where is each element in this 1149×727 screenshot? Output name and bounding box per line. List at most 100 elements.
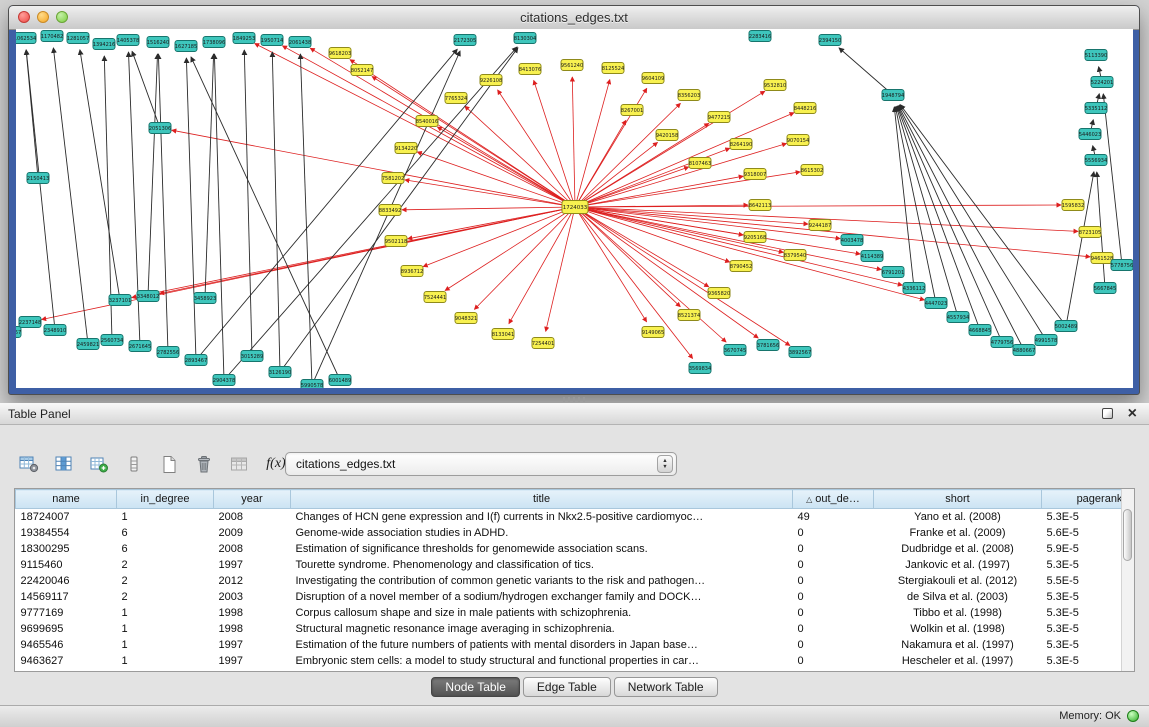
column-header-in_degree[interactable]: in_degree (117, 490, 214, 509)
graph-edge[interactable] (546, 207, 575, 331)
cell-year[interactable]: 1997 (214, 557, 291, 573)
table-row[interactable]: 1872400712008Changes of HCN gene express… (16, 509, 1136, 526)
table-row[interactable]: 946362711997Embryonic stem cells: a mode… (16, 653, 1136, 669)
graph-node[interactable]: 1516240 (147, 37, 169, 48)
graph-node[interactable]: 5667845 (1094, 283, 1116, 294)
graph-node[interactable]: 6001489 (329, 375, 351, 386)
cell-title[interactable]: Genome-wide association studies in ADHD. (291, 525, 793, 541)
graph-edge[interactable] (26, 50, 38, 178)
float-panel-icon[interactable] (1102, 408, 1113, 419)
graph-node[interactable]: 9134220 (395, 143, 417, 154)
column-header-out_de[interactable]: △out_de… (793, 490, 874, 509)
graph-node[interactable]: 9244187 (809, 220, 831, 231)
cell-name[interactable]: 9465546 (16, 637, 117, 653)
graph-node[interactable]: 2051306 (149, 123, 171, 134)
cell-name[interactable]: 9115460 (16, 557, 117, 573)
graph-node[interactable]: 3569834 (689, 363, 711, 374)
graph-node[interactable]: 9618203 (329, 48, 351, 59)
graph-edge[interactable] (575, 207, 693, 359)
graph-node[interactable]: 3348012 (137, 291, 159, 302)
cell-out_de[interactable]: 0 (793, 525, 874, 541)
graph-edge[interactable] (158, 54, 168, 352)
cell-title[interactable]: Structural magnetic resonance image aver… (291, 621, 793, 637)
cell-year[interactable]: 2012 (214, 573, 291, 589)
cell-year[interactable]: 2008 (214, 541, 291, 557)
graph-node[interactable]: 7581202 (382, 173, 404, 184)
graph-edge[interactable] (575, 80, 610, 207)
graph-node[interactable]: 8540016 (416, 116, 438, 127)
graph-edge[interactable] (160, 207, 575, 294)
cell-name[interactable]: 9699695 (16, 621, 117, 637)
cell-in_degree[interactable]: 1 (117, 605, 214, 621)
graph-node[interactable]: 4336112 (903, 283, 925, 294)
graph-node[interactable]: 1950714 (261, 35, 283, 46)
cell-year[interactable]: 1998 (214, 605, 291, 621)
graph-node[interactable]: 3670745 (724, 345, 746, 356)
cell-out_de[interactable]: 0 (793, 605, 874, 621)
cell-short[interactable]: Nakamura et al. (1997) (874, 637, 1042, 653)
cell-title[interactable]: Changes of HCN gene expression and I(f) … (291, 509, 793, 526)
table-row[interactable]: 1830029562008Estimation of significance … (16, 541, 1136, 557)
graph-edge[interactable] (53, 48, 88, 344)
graph-edge[interactable] (224, 47, 517, 380)
graph-node[interactable]: 2904378 (213, 375, 235, 386)
cell-name[interactable]: 18300295 (16, 541, 117, 557)
cell-in_degree[interactable]: 2 (117, 573, 214, 589)
graph-edge[interactable] (572, 77, 575, 207)
graph-node[interactable]: 7254401 (532, 338, 554, 349)
graph-node[interactable]: 2560734 (101, 335, 123, 346)
close-panel-icon[interactable]: × (1128, 404, 1137, 424)
graph-node[interactable]: 4991578 (1035, 335, 1057, 346)
graph-node[interactable]: 9477215 (708, 112, 730, 123)
cell-name[interactable]: 18724007 (16, 509, 117, 526)
graph-node[interactable]: 1627185 (175, 41, 197, 52)
cell-title[interactable]: Estimation of significance thresholds fo… (291, 541, 793, 557)
graph-node[interactable]: 5556934 (1085, 155, 1107, 166)
cell-name[interactable]: 9463627 (16, 653, 117, 669)
cell-short[interactable]: Yano et al. (2008) (874, 509, 1042, 526)
tab-edge-table[interactable]: Edge Table (523, 677, 611, 697)
graph-edge[interactable] (498, 90, 575, 207)
graph-edge[interactable] (1103, 94, 1122, 265)
graph-node[interactable]: 4880667 (1013, 345, 1035, 356)
graph-node[interactable]: 1738096 (203, 37, 225, 48)
graph-node[interactable]: 1405378 (117, 35, 139, 46)
graph-node[interactable]: 2237148 (19, 317, 41, 328)
graph-node[interactable]: 4447023 (925, 298, 947, 309)
graph-node[interactable]: 8379540 (784, 250, 806, 261)
graph-node[interactable]: 9532810 (764, 80, 786, 91)
cell-name[interactable]: 9777169 (16, 605, 117, 621)
graph-edge[interactable] (839, 48, 893, 95)
graph-node[interactable]: 3781656 (757, 340, 779, 351)
graph-node[interactable]: 8264190 (730, 139, 752, 150)
graph-node[interactable]: 5889667 (16, 327, 21, 338)
column-header-title[interactable]: title (291, 490, 793, 509)
table-row[interactable]: 969969511998Structural magnetic resonanc… (16, 621, 1136, 637)
cell-out_de[interactable]: 49 (793, 509, 874, 526)
cell-out_de[interactable]: 0 (793, 541, 874, 557)
graph-node[interactable]: 5002489 (1055, 321, 1077, 332)
table-row[interactable]: 2242004622012Investigating the contribut… (16, 573, 1136, 589)
graph-node[interactable]: 4003478 (841, 235, 863, 246)
graph-edge[interactable] (312, 51, 460, 385)
graph-node[interactable]: 5446023 (1079, 129, 1101, 140)
tab-node-table[interactable]: Node Table (431, 677, 520, 697)
network-window-titlebar[interactable]: citations_edges.txt (9, 6, 1139, 30)
graph-edge[interactable] (196, 49, 457, 360)
table-selector-combo[interactable]: citations_edges.txt ▲▼ (285, 452, 677, 476)
graph-node[interactable]: 3237101 (109, 295, 131, 306)
graph-node[interactable]: 9461528 (1091, 253, 1113, 264)
table-row[interactable]: 946554611997Estimation of the future num… (16, 637, 1136, 653)
cell-in_degree[interactable]: 1 (117, 637, 214, 653)
graph-node[interactable]: 1724033 (562, 201, 588, 214)
cell-title[interactable]: Investigating the contribution of common… (291, 573, 793, 589)
graph-node[interactable]: 2150413 (27, 173, 49, 184)
graph-node[interactable]: 3126190 (269, 367, 291, 378)
table-mode-button[interactable] (16, 451, 42, 477)
cell-in_degree[interactable]: 1 (117, 653, 214, 669)
graph-node[interactable]: 9604109 (642, 73, 664, 84)
cell-short[interactable]: Jankovic et al. (1997) (874, 557, 1042, 573)
cell-in_degree[interactable]: 6 (117, 525, 214, 541)
cell-out_de[interactable]: 0 (793, 557, 874, 573)
graph-edge[interactable] (575, 207, 709, 287)
